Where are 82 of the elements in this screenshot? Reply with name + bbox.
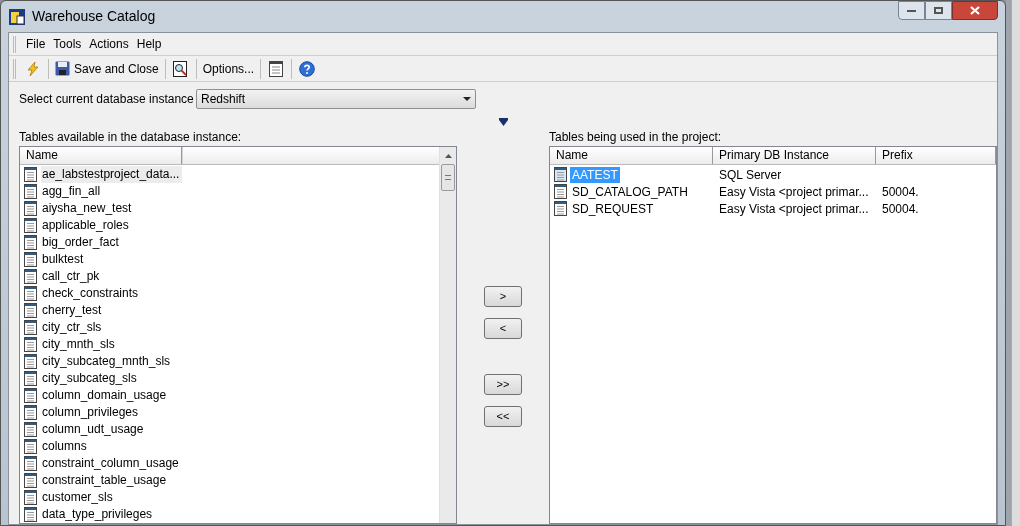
table-name[interactable]: city_mnth_sls xyxy=(41,336,182,353)
table-icon xyxy=(24,235,37,250)
table-icon xyxy=(24,490,37,505)
table-icon xyxy=(554,167,567,182)
menu-item[interactable]: Tools xyxy=(49,34,86,54)
table-name[interactable]: data_type_privileges xyxy=(41,506,182,523)
table-name[interactable]: column_udt_usage xyxy=(41,421,182,438)
toolbar-button[interactable]: Options... xyxy=(199,57,258,80)
table-cell: SQL Server xyxy=(719,167,782,182)
maximize-button[interactable] xyxy=(925,1,952,20)
move-button[interactable]: << xyxy=(484,406,523,427)
table-icon xyxy=(24,422,37,437)
table-name[interactable]: applicable_roles xyxy=(41,217,182,234)
magnifier-page-icon xyxy=(173,60,189,77)
menu-item[interactable]: Help xyxy=(132,34,166,54)
close-button[interactable] xyxy=(952,1,998,20)
table-cell: Easy Vista <project primar... xyxy=(719,184,869,199)
table-name[interactable]: constraint_table_usage xyxy=(41,472,182,489)
table-icon xyxy=(554,201,567,216)
table-name[interactable]: customer_sls xyxy=(41,489,182,506)
table-icon xyxy=(24,337,37,352)
table-icon xyxy=(24,184,37,199)
scroll-up-icon[interactable] xyxy=(444,154,452,158)
table-name[interactable]: SD_CATALOG_PATH xyxy=(570,183,690,200)
menu-item[interactable]: File xyxy=(22,34,50,54)
caret-icon xyxy=(463,97,471,101)
table-name[interactable]: column_domain_usage xyxy=(41,387,182,404)
move-button[interactable]: < xyxy=(484,318,523,339)
table-icon xyxy=(24,354,37,369)
table-icon xyxy=(24,439,37,454)
table-icon xyxy=(24,269,37,284)
minimize-button[interactable] xyxy=(898,1,925,20)
table-cell: Easy Vista <project primar... xyxy=(719,201,869,216)
table-name[interactable]: big_order_fact xyxy=(41,234,182,251)
down-arrow-icon xyxy=(498,118,508,126)
table-name[interactable]: column_privileges xyxy=(41,404,182,421)
table-name[interactable]: bulktest xyxy=(41,251,182,268)
menu-item[interactable]: Actions xyxy=(85,34,133,54)
list-label: Tables being used in the project: xyxy=(549,130,723,145)
window-title: Warehouse Catalog xyxy=(32,7,156,26)
table-cell: 50004. xyxy=(882,201,919,216)
move-button[interactable]: > xyxy=(484,286,523,307)
table-name[interactable]: agg_fin_all xyxy=(41,183,182,200)
table-icon xyxy=(554,184,567,199)
table-name[interactable]: columns xyxy=(41,438,182,455)
table-icon xyxy=(24,286,37,301)
table-name[interactable]: check_constraints xyxy=(41,285,182,302)
move-button[interactable]: >> xyxy=(484,374,523,395)
table-name[interactable]: constraint_column_usage xyxy=(41,455,182,472)
table-name[interactable]: call_ctr_pk xyxy=(41,268,182,285)
lightning-icon xyxy=(25,60,41,77)
table-icon xyxy=(24,371,37,386)
table-icon xyxy=(24,167,37,182)
column-header[interactable]: Prefix xyxy=(876,147,996,164)
table-icon xyxy=(269,60,284,77)
column-header[interactable]: Primary DB Instance xyxy=(713,147,876,164)
table-icon xyxy=(24,473,37,488)
scroll-thumb[interactable] xyxy=(441,164,456,191)
table-name[interactable]: aiysha_new_test xyxy=(41,200,182,217)
table-cell: 50004. xyxy=(882,184,919,199)
table-icon xyxy=(24,320,37,335)
instance-dropdown[interactable]: Redshift xyxy=(196,89,476,109)
app-icon xyxy=(8,7,26,26)
table-name[interactable]: cherry_test xyxy=(41,302,182,319)
table-icon xyxy=(24,201,37,216)
table-name[interactable]: ae_labstestproject_data... xyxy=(41,166,182,183)
field-label: Select current database instance xyxy=(19,91,195,108)
table-name[interactable]: SD_REQUEST xyxy=(570,200,656,217)
table-name[interactable]: city_subcateg_sls xyxy=(41,370,182,387)
toolbar-button[interactable]: Save and Close xyxy=(52,57,162,80)
column-header[interactable]: Name xyxy=(550,147,713,164)
table-name[interactable]: city_ctr_sls xyxy=(41,319,182,336)
table-icon xyxy=(24,303,37,318)
help-icon xyxy=(299,60,316,77)
table-icon xyxy=(24,252,37,267)
list-label: Tables available in the database instance: xyxy=(19,130,243,145)
table-icon xyxy=(24,218,37,233)
table-icon xyxy=(24,456,37,471)
table-name[interactable]: city_subcateg_mnth_sls xyxy=(41,353,182,370)
table-icon xyxy=(24,405,37,420)
close-icon xyxy=(970,6,980,15)
table-icon xyxy=(24,388,37,403)
